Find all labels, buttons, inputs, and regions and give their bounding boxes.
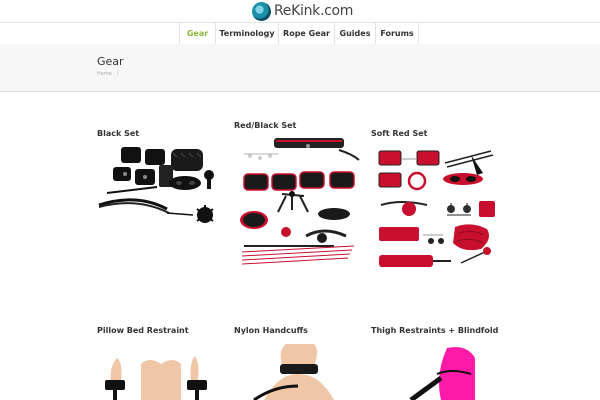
- product-title-thigh-restraints-blindfold[interactable]: Thigh Restraints + Blindfold: [371, 326, 498, 335]
- logo-icon: [252, 2, 271, 21]
- product-image-red-black-set[interactable]: [234, 134, 364, 270]
- main-nav: Gear Terminology Rope Gear Guides Forums: [0, 22, 600, 45]
- product-image-black-set[interactable]: [97, 143, 227, 233]
- page-title: Gear: [97, 55, 124, 68]
- product-title-soft-red-set[interactable]: Soft Red Set: [371, 129, 427, 138]
- product-image-soft-red-set[interactable]: [371, 143, 501, 273]
- site-name: ReKink.com: [274, 3, 354, 19]
- page-header: Gear Home |: [0, 44, 600, 92]
- product-title-black-set[interactable]: Black Set: [97, 129, 139, 138]
- product-image-pillow-bed-restraint[interactable]: [97, 344, 227, 400]
- nav-item-forums[interactable]: Forums: [376, 23, 418, 44]
- breadcrumb-separator: |: [117, 70, 119, 76]
- product-title-pillow-bed-restraint[interactable]: Pillow Bed Restraint: [97, 326, 189, 335]
- site-logo[interactable]: ReKink.com: [252, 2, 353, 21]
- nav-item-guides[interactable]: Guides: [335, 23, 375, 44]
- product-title-red-black-set[interactable]: Red/Black Set: [234, 121, 296, 130]
- header: ReKink.com: [0, 0, 600, 22]
- breadcrumb-home[interactable]: Home: [97, 71, 112, 77]
- nav-item-terminology[interactable]: Terminology: [216, 23, 278, 44]
- nav-item-gear[interactable]: Gear: [180, 23, 215, 44]
- product-title-nylon-handcuffs[interactable]: Nylon Handcuffs: [234, 326, 308, 335]
- nav-item-rope-gear[interactable]: Rope Gear: [279, 23, 334, 44]
- product-image-thigh-restraints-blindfold[interactable]: [371, 344, 501, 400]
- product-image-nylon-handcuffs[interactable]: [234, 344, 364, 400]
